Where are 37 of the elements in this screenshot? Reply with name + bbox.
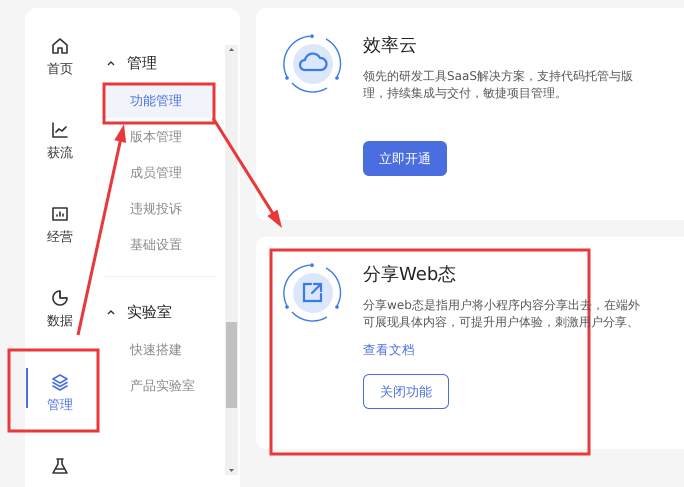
bar-chart-icon [50,204,70,224]
menu-group-header[interactable]: 管理 [95,52,227,74]
cloud-icon [283,34,343,94]
nav-label: 获流 [47,146,73,162]
menu-item[interactable]: 快速搭建 [103,333,213,367]
nav-item[interactable]: 管理 [25,366,95,450]
nav-item[interactable]: 数据 [25,282,95,366]
card-title: 效率云 [363,34,417,58]
flask-icon [50,456,70,476]
activate-button[interactable]: 立即开通 [363,141,447,176]
menu-item[interactable]: 违规投诉 [103,192,213,226]
menu-group-header[interactable]: 实验室 [95,301,227,323]
caret-icon [107,309,115,315]
caret-icon [107,60,115,66]
nav-label: 管理 [47,398,73,414]
share-icon [283,263,343,323]
nav-item[interactable]: 获流 [25,114,95,198]
disable-button[interactable]: 关闭功能 [363,374,449,409]
scrollbar-thumb[interactable] [226,322,237,408]
nav-label: 首页 [47,62,73,78]
menu-item[interactable]: 功能管理 [103,84,213,118]
menu-item[interactable]: 产品实验室 [103,369,213,403]
layers-icon [50,372,70,392]
card-description: 领先的研发工具SaaS解决方案，支持代码托管与版 理，持续集成与交付，敏捷项目管理。 [363,68,633,102]
docs-link[interactable]: 查看文档 [363,341,415,359]
home-icon [50,36,70,56]
nav-item[interactable]: 经营 [25,198,95,282]
menu-item[interactable]: 基础设置 [103,228,213,262]
scrollbar[interactable] [225,45,238,475]
nav-label: 经营 [47,230,73,246]
nav-item[interactable]: 首页 [25,30,95,114]
nav-label: 数据 [47,314,73,330]
card-title: 分享Web态 [363,263,456,287]
menu-item[interactable]: 成员管理 [103,156,213,190]
pie-chart-icon [50,288,70,308]
menu-item[interactable]: 版本管理 [103,120,213,154]
line-chart-icon [50,120,70,140]
